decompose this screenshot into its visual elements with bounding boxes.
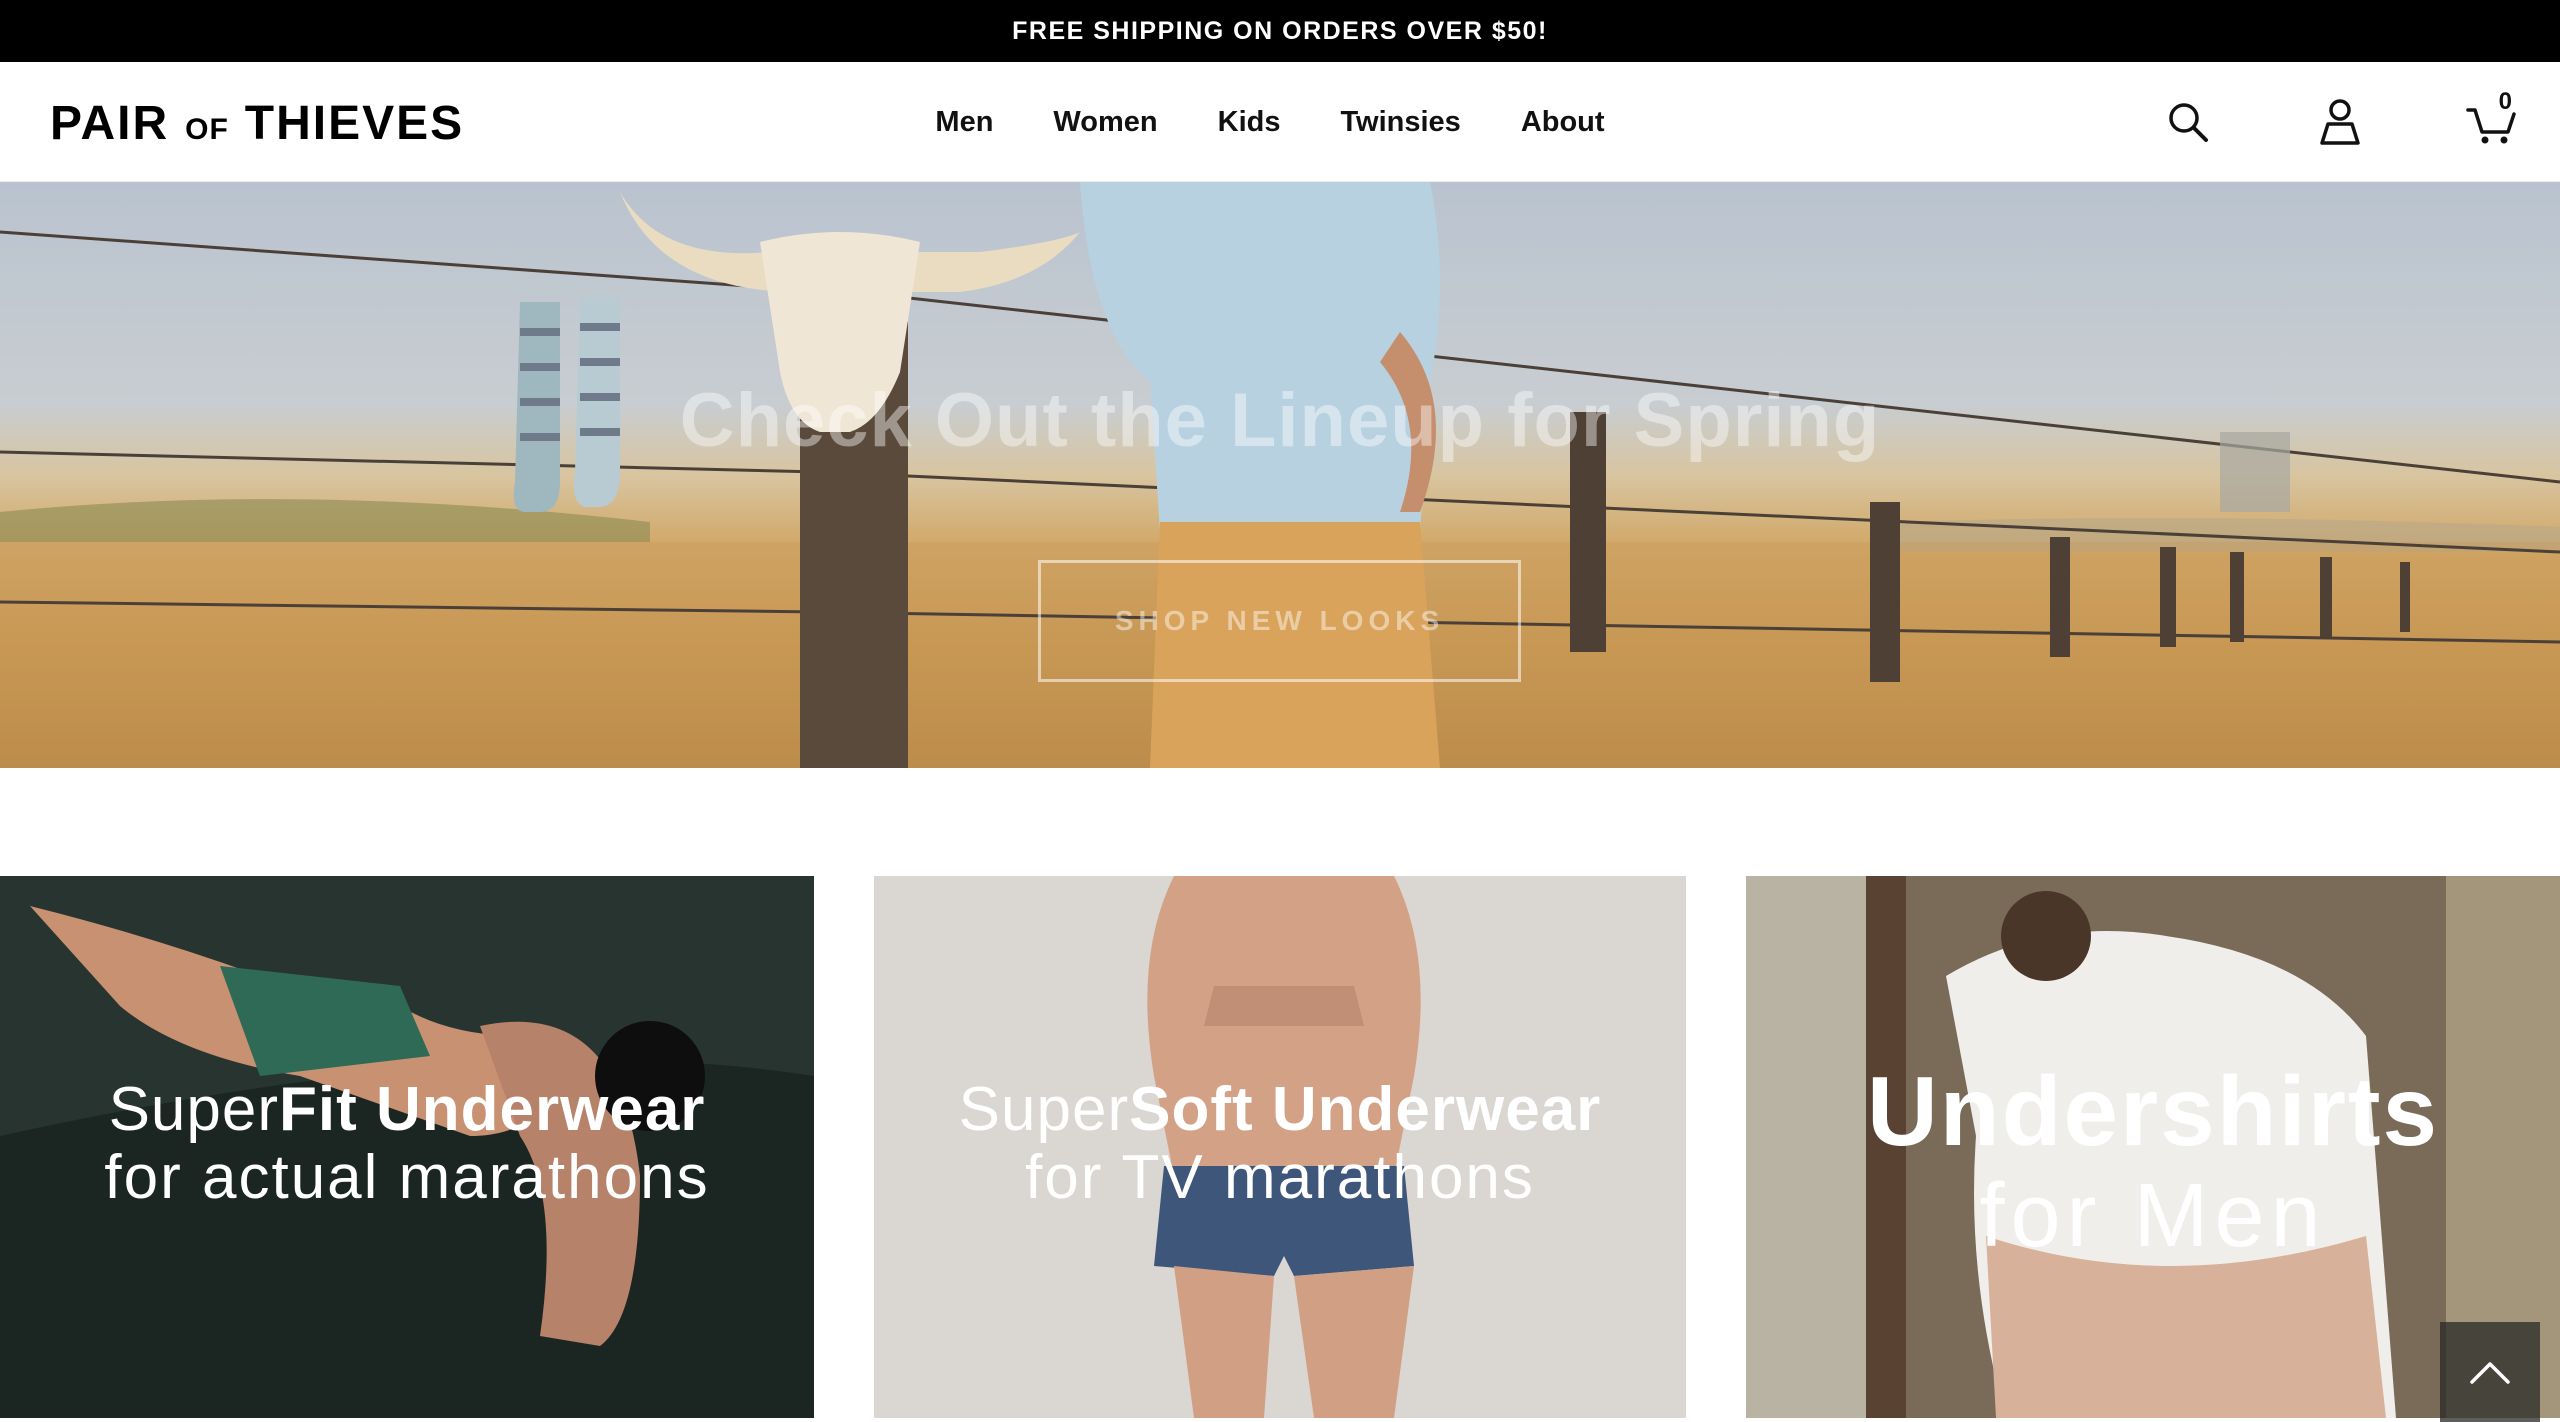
- header-actions: 0: [2158, 88, 2522, 152]
- tile1-subline: for actual marathons: [104, 1143, 710, 1212]
- tile1-light: Super: [108, 1075, 280, 1144]
- promo-text: FREE SHIPPING ON ORDERS OVER $50!: [1012, 16, 1548, 45]
- tile3-headline: Undershirts: [1866, 1056, 2439, 1166]
- nav-item-men[interactable]: Men: [935, 106, 993, 139]
- logo-word-of: OF: [185, 113, 229, 146]
- tile1-headline: SuperFit Underwear: [0, 1076, 814, 1144]
- category-tiles: SuperFit Underwear for actual marathons …: [0, 876, 2560, 1418]
- site-header: PAIR OF THIEVES Men Women Kids Twinsies …: [0, 62, 2560, 182]
- chevron-up-icon: [2470, 1362, 2510, 1384]
- hero-banner[interactable]: Check Out the Lineup for Spring SHOP NEW…: [0, 182, 2560, 768]
- account-button[interactable]: [2310, 92, 2370, 152]
- promo-banner: FREE SHIPPING ON ORDERS OVER $50!: [0, 0, 2560, 62]
- logo-word-thieves: THIEVES: [244, 97, 465, 150]
- tile-supersoft-underwear[interactable]: SuperSoft Underwear for TV marathons: [874, 876, 1686, 1418]
- search-icon: [2169, 103, 2208, 142]
- hero-title: Check Out the Lineup for Spring: [679, 378, 1881, 463]
- tile2-caption: SuperSoft Underwear for TV marathons: [874, 1076, 1686, 1212]
- nav-item-about[interactable]: About: [1521, 106, 1605, 139]
- tile1-caption: SuperFit Underwear for actual marathons: [0, 1076, 814, 1212]
- site-logo[interactable]: PAIR OF THIEVES: [50, 96, 465, 150]
- scroll-to-top-button[interactable]: [2440, 1322, 2540, 1422]
- tile3-subline: for Men: [1979, 1166, 2327, 1266]
- tile-undershirts[interactable]: Undershirts for Men: [1746, 876, 2560, 1418]
- nav-item-twinsies[interactable]: Twinsies: [1340, 106, 1460, 139]
- cart-count-badge: 0: [2498, 88, 2512, 115]
- tile3-caption: Undershirts for Men: [1746, 1056, 2560, 1266]
- shop-new-looks-button[interactable]: SHOP NEW LOOKS: [1038, 560, 1521, 682]
- cart-button[interactable]: 0: [2462, 88, 2522, 152]
- tile1-bold: Fit Underwear: [279, 1075, 706, 1144]
- tile-superfit-underwear[interactable]: SuperFit Underwear for actual marathons: [0, 876, 814, 1418]
- nav-item-women[interactable]: Women: [1053, 106, 1157, 139]
- tile2-subline: for TV marathons: [1025, 1143, 1535, 1212]
- tile2-bold: Soft Underwear: [1129, 1075, 1602, 1144]
- tile2-headline: SuperSoft Underwear: [874, 1076, 1686, 1144]
- logo-word-pair: PAIR: [50, 97, 170, 150]
- nav-item-kids[interactable]: Kids: [1218, 106, 1281, 139]
- search-button[interactable]: [2158, 92, 2218, 152]
- tile2-light: Super: [958, 1075, 1130, 1144]
- account-icon: [2320, 99, 2360, 145]
